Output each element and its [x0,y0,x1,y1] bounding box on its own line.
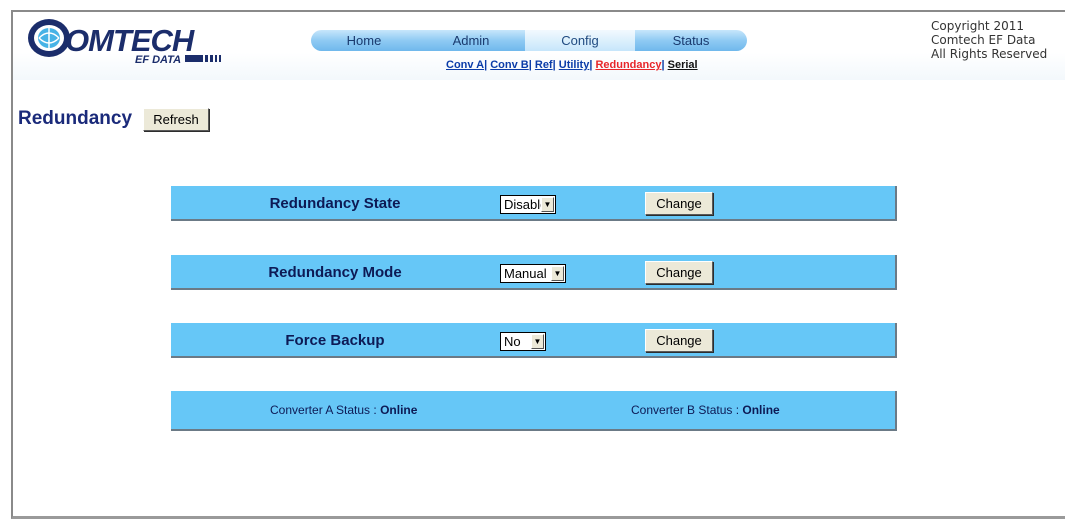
subnav-separator: | [528,59,532,71]
copyright-line: All Rights Reserved [931,47,1048,61]
converter-b-status-value: Online [742,403,780,417]
subnav-link-utility[interactable]: Utility [559,59,590,71]
force-backup-label: Force Backup [285,332,385,349]
comtech-logo[interactable]: OMTECH EF DATA [25,16,230,66]
logo-subtitle: EF DATA [135,54,181,66]
page-title: Redundancy [18,108,133,129]
browser-frame: OMTECH EF DATA Home Admin Config Status … [11,10,1065,519]
subnav-link-serial[interactable]: Serial [668,59,698,71]
tab-home[interactable]: Home [311,30,417,51]
redundancy-mode-select[interactable]: Manual ▼ [500,264,566,283]
converter-b-status-label: Converter B Status : [631,403,740,417]
copyright-notice: Copyright 2011 Comtech EF Data All Right… [931,19,1047,61]
converter-a-status-label: Converter A Status : [270,403,377,417]
logo-bars [185,55,221,62]
refresh-button[interactable]: Refresh [143,108,209,131]
converter-b-status: Converter B Status : Online [631,403,780,417]
subnav-separator: | [589,59,593,71]
copyright-line: Comtech EF Data [931,33,1036,47]
header: OMTECH EF DATA Home Admin Config Status … [13,12,1065,80]
copyright-line: Copyright 2011 [931,19,1024,33]
redundancy-mode-panel: Redundancy Mode Manual ▼ Change [171,255,897,290]
tab-status[interactable]: Status [635,30,747,51]
converter-a-status-value: Online [380,403,418,417]
force-backup-select[interactable]: No ▼ [500,332,546,351]
dropdown-arrow-icon: ▼ [551,266,564,281]
subnav-link-ref[interactable]: Ref [535,59,553,71]
subnav-separator: | [484,59,488,71]
tab-config[interactable]: Config [525,30,635,51]
force-backup-value: No [504,334,521,349]
tab-admin[interactable]: Admin [417,30,525,51]
redundancy-mode-value: Manual [504,266,547,281]
subnav-link-conv-b[interactable]: Conv B [490,59,529,71]
redundancy-state-select[interactable]: Disable ▼ [500,195,556,214]
converter-a-status: Converter A Status : Online [270,403,417,417]
subnav-separator: | [552,59,556,71]
subnav-link-conv-a[interactable]: Conv A [446,59,484,71]
dropdown-arrow-icon: ▼ [531,334,544,349]
globe-icon [28,19,70,57]
converter-status-panel: Converter A Status : Online Converter B … [171,391,897,431]
redundancy-state-label: Redundancy State [269,195,401,212]
redundancy-state-change-button[interactable]: Change [645,192,713,215]
subnav-link-redundancy[interactable]: Redundancy [595,59,661,71]
force-backup-change-button[interactable]: Change [645,329,713,352]
force-backup-panel: Force Backup No ▼ Change [171,323,897,358]
dropdown-arrow-icon: ▼ [541,197,554,212]
redundancy-mode-label: Redundancy Mode [268,264,402,281]
logo-wordmark: OMTECH [65,23,195,58]
redundancy-mode-change-button[interactable]: Change [645,261,713,284]
redundancy-state-panel: Redundancy State Disable ▼ Change [171,186,897,221]
top-nav: Home Admin Config Status [311,30,747,51]
subnav-separator: | [661,59,665,71]
sub-nav: Conv A| Conv B| Ref| Utility| Redundancy… [446,59,698,71]
